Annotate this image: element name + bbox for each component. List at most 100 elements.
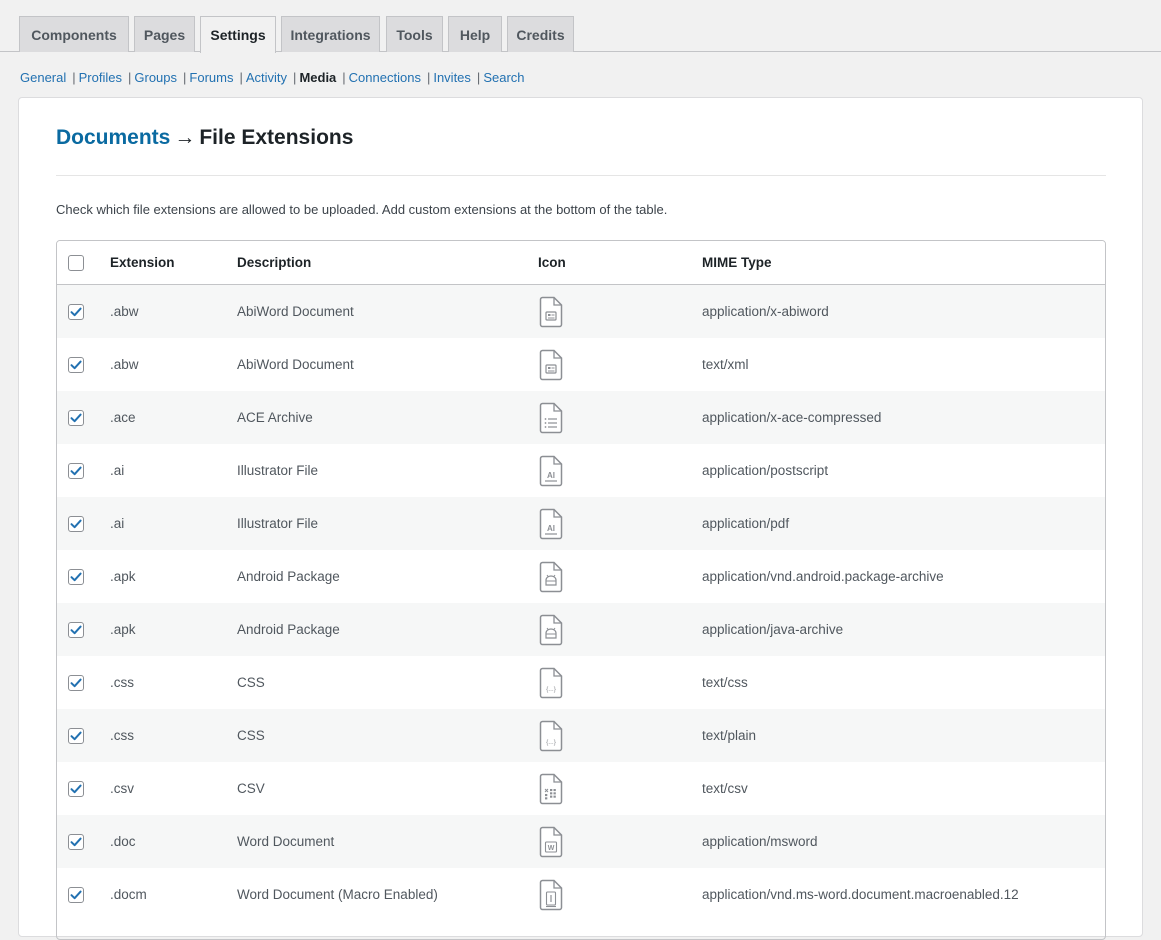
description-cell: AbiWord Document [237, 357, 354, 372]
description-cell: Illustrator File [237, 463, 319, 478]
tab-label: Credits [516, 26, 565, 43]
illustrator-file-icon: AI [538, 444, 564, 497]
extension-cell: .css [110, 675, 135, 690]
header-extension[interactable]: Extension [110, 241, 175, 284]
allow-extension-checkbox[interactable] [68, 356, 84, 373]
separator: | [128, 69, 132, 85]
allow-extension-checkbox[interactable] [68, 674, 84, 691]
tab-components[interactable]: Components [19, 16, 129, 52]
description-cell: ACE Archive [237, 410, 313, 425]
allow-extension-checkbox[interactable] [68, 833, 84, 850]
header-description[interactable]: Description [237, 241, 311, 284]
code-file-icon: {...} [538, 656, 564, 709]
description-cell: AbiWord Document [237, 304, 354, 319]
select-all-checkbox[interactable] [68, 254, 84, 271]
extension-cell: .ai [110, 516, 125, 531]
tab-settings[interactable]: Settings [200, 16, 276, 53]
description-cell: Word Document (Macro Enabled) [237, 887, 438, 902]
select-all-cell [68, 241, 84, 284]
header-icon: Icon [538, 255, 566, 270]
svg-text:AI: AI [547, 471, 555, 480]
subnav-connections[interactable]: Connections [349, 70, 421, 85]
separator: | [426, 69, 431, 85]
subnav-profiles[interactable]: Profiles [79, 70, 122, 85]
table-row: .docm Word Document (Macro Enabled) applic… [57, 868, 1105, 921]
subnav-search[interactable]: Search [483, 70, 524, 85]
description-cell: CSV [237, 781, 265, 796]
breadcrumb-documents[interactable]: Documents [56, 126, 170, 149]
extensions-table: Extension Description Icon MIME Type .ab… [56, 240, 1106, 940]
tab-label: Integrations [290, 26, 371, 43]
subnav-activity[interactable]: Activity [246, 70, 287, 85]
extension-cell: .css [110, 728, 135, 743]
description-cell: CSS [237, 728, 265, 743]
tab-credits[interactable]: Credits [507, 16, 574, 52]
extension-cell: .apk [110, 569, 136, 584]
allow-extension-checkbox[interactable] [68, 409, 84, 426]
table-row: .ai Illustrator File AI application/pdf [57, 497, 1105, 550]
table-header: Extension Description Icon MIME Type [57, 241, 1105, 285]
header-mime-type[interactable]: MIME Type [702, 241, 772, 284]
row-checkbox-cell [68, 338, 84, 391]
separator: | [72, 69, 76, 85]
table-row: .apk Android Package application/java-arch… [57, 603, 1105, 656]
description-cell: Android Package [237, 622, 340, 637]
table-row: .csv CSV text/csv [57, 762, 1105, 815]
subnav-forums[interactable]: Forums [189, 70, 233, 85]
table-row: .css CSS {...} text/css [57, 656, 1105, 709]
allow-extension-checkbox[interactable] [68, 780, 84, 797]
mime-type-cell: application/java-archive [702, 622, 844, 637]
allow-extension-checkbox[interactable] [68, 621, 84, 638]
settings-subnav: General | Profiles | Groups | Forums | Activ… [20, 68, 525, 86]
spreadsheet-file-icon [538, 762, 564, 815]
table-row: .apk Android Package application/vnd.andro… [57, 550, 1105, 603]
separator: | [293, 69, 297, 85]
row-checkbox-cell [68, 444, 84, 497]
mime-type-cell: text/xml [702, 357, 749, 372]
extension-cell: .abw [110, 304, 139, 319]
description-cell: CSS [237, 675, 265, 690]
extension-cell: .csv [110, 781, 135, 796]
allow-extension-checkbox[interactable] [68, 568, 84, 585]
allow-extension-checkbox[interactable] [68, 727, 84, 744]
tab-help[interactable]: Help [448, 16, 502, 52]
extension-cell: .doc [110, 834, 136, 849]
subnav-media[interactable]: Media [299, 70, 336, 85]
extension-cell: .ace [110, 410, 136, 425]
top-tab-bar: Components Pages Settings Integrations T… [0, 0, 1161, 53]
separator: | [239, 69, 243, 85]
table-body: .abw AbiWord Document application/x-abiwor… [57, 285, 1105, 921]
extension-cell: .apk [110, 622, 136, 637]
allow-extension-checkbox[interactable] [68, 515, 84, 532]
tab-label: Pages [143, 26, 186, 43]
tab-tools[interactable]: Tools [386, 16, 443, 52]
subnav-invites[interactable]: Invites [433, 70, 471, 85]
table-row: .ai Illustrator File AI application/postscr… [57, 444, 1105, 497]
allow-extension-checkbox[interactable] [68, 303, 84, 320]
abiword-file-icon [538, 338, 564, 391]
separator: | [183, 69, 187, 85]
page-description: Check which file extensions are allowed … [56, 202, 668, 217]
breadcrumb-arrow: → [174, 126, 196, 149]
svg-text:W: W [548, 845, 555, 852]
mime-type-cell: application/pdf [702, 516, 790, 531]
allow-extension-checkbox[interactable] [68, 886, 84, 903]
tab-integrations[interactable]: Integrations [281, 16, 380, 52]
row-checkbox-cell [68, 815, 84, 868]
svg-text:{...}: {...} [546, 686, 557, 693]
divider [56, 175, 1106, 176]
row-checkbox-cell [68, 656, 84, 709]
description-cell: Word Document [237, 834, 335, 849]
row-checkbox-cell [68, 285, 84, 338]
row-checkbox-cell [68, 391, 84, 444]
mime-type-cell: application/vnd.android.package-archive [702, 569, 944, 584]
tab-label: Settings [210, 27, 266, 43]
table-row: .ace ACE Archive application/x-ace-compres… [57, 391, 1105, 444]
subnav-general[interactable]: General [20, 70, 66, 85]
table-row: .abw AbiWord Document text/xml [57, 338, 1105, 391]
tab-pages[interactable]: Pages [134, 16, 195, 52]
allow-extension-checkbox[interactable] [68, 462, 84, 479]
subnav-groups[interactable]: Groups [134, 70, 177, 85]
tab-label: Help [459, 26, 491, 43]
description-cell: Illustrator File [237, 516, 319, 531]
